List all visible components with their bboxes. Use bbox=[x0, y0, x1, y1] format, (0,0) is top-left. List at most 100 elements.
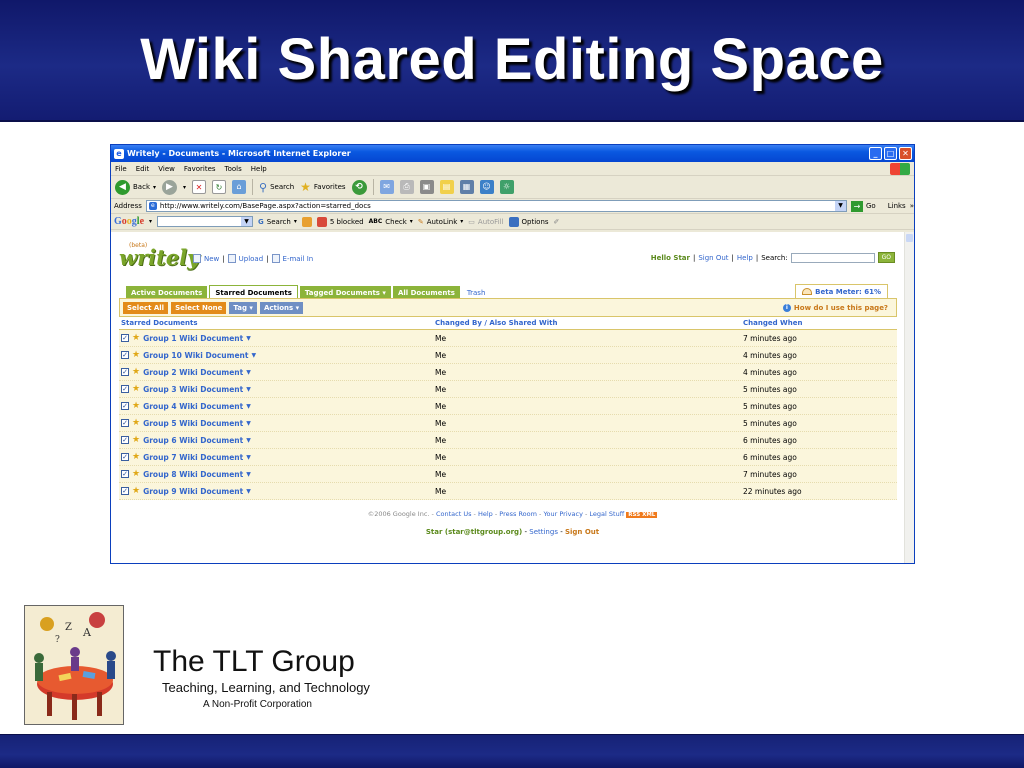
print-icon[interactable]: ⎙ bbox=[399, 180, 414, 194]
star-icon[interactable]: ★ bbox=[132, 333, 140, 343]
chevron-down-icon[interactable]: ▼ bbox=[246, 488, 251, 495]
star-icon[interactable]: ★ bbox=[132, 401, 140, 411]
star-icon[interactable]: ★ bbox=[132, 469, 140, 479]
table-row[interactable]: ✓ ★ Group 3 Wiki Document ▼ Me 5 minutes ago bbox=[119, 381, 897, 398]
table-row[interactable]: ✓ ★ Group 9 Wiki Document ▼ Me 22 minutes ago bbox=[119, 483, 897, 500]
row-checkbox[interactable]: ✓ bbox=[121, 453, 129, 461]
chevron-down-icon[interactable]: ▼ bbox=[246, 335, 251, 342]
email-in-link[interactable]: E-mail In bbox=[283, 255, 314, 263]
menu-item-tools[interactable]: Tools bbox=[225, 165, 242, 173]
contact-us-link[interactable]: Contact Us bbox=[436, 510, 472, 518]
table-row[interactable]: ✓ ★ Group 1 Wiki Document ▼ Me 7 minutes ago bbox=[119, 330, 897, 347]
footer-sign-out-link[interactable]: Sign Out bbox=[565, 528, 599, 536]
popup-blocker-button[interactable]: 5 blocked bbox=[316, 216, 364, 227]
header-changed-when[interactable]: Changed When bbox=[743, 319, 897, 329]
row-checkbox[interactable]: ✓ bbox=[121, 419, 129, 427]
row-checkbox[interactable]: ✓ bbox=[121, 368, 129, 376]
menu-item-edit[interactable]: Edit bbox=[136, 165, 150, 173]
row-checkbox[interactable]: ✓ bbox=[121, 402, 129, 410]
pencil-icon[interactable]: ✐ bbox=[554, 218, 560, 226]
table-row[interactable]: ✓ ★ Group 7 Wiki Document ▼ Me 6 minutes ago bbox=[119, 449, 897, 466]
star-icon[interactable]: ★ bbox=[132, 435, 140, 445]
chevron-down-icon[interactable]: ▼ bbox=[246, 420, 251, 427]
doc-name-link[interactable]: Group 7 Wiki Document bbox=[143, 453, 243, 462]
chevron-down-icon[interactable]: ▼ bbox=[251, 352, 256, 359]
footer-help-link[interactable]: Help bbox=[478, 510, 493, 518]
upload-link[interactable]: Upload bbox=[239, 255, 264, 263]
star-icon[interactable]: ★ bbox=[132, 486, 140, 496]
menu-item-view[interactable]: View bbox=[158, 165, 175, 173]
links-button[interactable]: Links bbox=[888, 202, 906, 210]
window-titlebar[interactable]: e Writely - Documents - Microsoft Intern… bbox=[111, 145, 914, 162]
star-icon[interactable]: ★ bbox=[132, 418, 140, 428]
options-button[interactable]: Options bbox=[508, 216, 549, 227]
edit-icon[interactable]: ▣ bbox=[419, 180, 434, 194]
chevron-down-icon[interactable]: ▾ bbox=[183, 184, 186, 191]
home-icon[interactable]: ⌂ bbox=[232, 180, 247, 194]
chevron-down-icon[interactable]: ▼ bbox=[241, 217, 253, 226]
mail-icon[interactable]: ✉ bbox=[379, 180, 394, 194]
tools-icon[interactable]: ☼ bbox=[499, 180, 514, 194]
go-button[interactable]: → Go bbox=[851, 200, 876, 212]
chevron-down-icon[interactable]: ▼ bbox=[246, 437, 251, 444]
sign-out-link[interactable]: Sign Out bbox=[698, 254, 728, 262]
privacy-link[interactable]: Your Privacy bbox=[543, 510, 582, 518]
rss-badge[interactable]: RSS XML bbox=[626, 512, 658, 518]
menu-item-favorites[interactable]: Favorites bbox=[184, 165, 216, 173]
forward-arrow-icon[interactable]: ▶ bbox=[162, 179, 178, 195]
chevron-right-icon[interactable]: » bbox=[910, 202, 914, 210]
research-icon[interactable]: ▦ bbox=[459, 180, 474, 194]
doc-name-link[interactable]: Group 10 Wiki Document bbox=[143, 351, 248, 360]
row-checkbox[interactable]: ✓ bbox=[121, 334, 129, 342]
chevron-down-icon[interactable]: ▼ bbox=[246, 403, 251, 410]
row-checkbox[interactable]: ✓ bbox=[121, 436, 129, 444]
chevron-down-icon[interactable]: ▼ bbox=[246, 454, 251, 461]
tag-button[interactable]: Tag ▾ bbox=[229, 301, 257, 314]
pagerank-icon[interactable] bbox=[301, 216, 312, 227]
autolink-button[interactable]: ✎ AutoLink ▾ bbox=[418, 218, 463, 226]
chevron-down-icon[interactable]: ▼ bbox=[246, 471, 251, 478]
table-row[interactable]: ✓ ★ Group 4 Wiki Document ▼ Me 5 minutes ago bbox=[119, 398, 897, 415]
table-row[interactable]: ✓ ★ Group 8 Wiki Document ▼ Me 7 minutes ago bbox=[119, 466, 897, 483]
doc-search-input[interactable] bbox=[790, 252, 875, 263]
table-row[interactable]: ✓ ★ Group 2 Wiki Document ▼ Me 4 minutes ago bbox=[119, 364, 897, 381]
legal-link[interactable]: Legal Stuff bbox=[589, 510, 624, 518]
history-icon[interactable]: ⟲ bbox=[351, 179, 367, 195]
tab-starred-documents[interactable]: Starred Documents bbox=[209, 285, 298, 299]
row-checkbox[interactable]: ✓ bbox=[121, 487, 129, 495]
stop-icon[interactable]: ✕ bbox=[192, 180, 207, 194]
table-row[interactable]: ✓ ★ Group 6 Wiki Document ▼ Me 6 minutes ago bbox=[119, 432, 897, 449]
menu-item-file[interactable]: File bbox=[115, 165, 127, 173]
row-checkbox[interactable]: ✓ bbox=[121, 470, 129, 478]
doc-name-link[interactable]: Group 4 Wiki Document bbox=[143, 402, 243, 411]
doc-name-link[interactable]: Group 3 Wiki Document bbox=[143, 385, 243, 394]
row-checkbox[interactable]: ✓ bbox=[121, 385, 129, 393]
header-starred-documents[interactable]: Starred Documents bbox=[119, 319, 435, 329]
google-search-button[interactable]: G Search ▾ bbox=[258, 218, 297, 226]
star-icon[interactable]: ★ bbox=[132, 452, 140, 462]
row-checkbox[interactable]: ✓ bbox=[121, 351, 129, 359]
chevron-down-icon[interactable]: ▼ bbox=[246, 386, 251, 393]
menu-item-help[interactable]: Help bbox=[251, 165, 267, 173]
header-changed-by[interactable]: Changed By / Also Shared With bbox=[435, 319, 743, 329]
actions-button[interactable]: Actions ▾ bbox=[259, 301, 304, 314]
autofill-button[interactable]: ▭ AutoFill bbox=[468, 218, 503, 226]
favorites-button[interactable]: ★ Favorites bbox=[300, 180, 345, 194]
settings-link[interactable]: Settings bbox=[529, 528, 558, 536]
doc-name-link[interactable]: Group 5 Wiki Document bbox=[143, 419, 243, 428]
doc-name-link[interactable]: Group 2 Wiki Document bbox=[143, 368, 243, 377]
maximize-icon[interactable]: □ bbox=[884, 147, 897, 160]
chevron-down-icon[interactable]: ▼ bbox=[246, 369, 251, 376]
star-icon[interactable]: ★ bbox=[132, 384, 140, 394]
how-to-use-link[interactable]: i How do I use this page? bbox=[782, 303, 888, 312]
minimize-icon[interactable]: _ bbox=[869, 147, 882, 160]
doc-name-link[interactable]: Group 6 Wiki Document bbox=[143, 436, 243, 445]
select-none-button[interactable]: Select None bbox=[171, 301, 227, 314]
discuss-icon[interactable]: ▤ bbox=[439, 180, 454, 194]
table-row[interactable]: ✓ ★ Group 10 Wiki Document ▼ Me 4 minutes ago bbox=[119, 347, 897, 364]
google-logo[interactable]: Google bbox=[114, 216, 144, 227]
doc-name-link[interactable]: Group 9 Wiki Document bbox=[143, 487, 243, 496]
new-link[interactable]: New bbox=[204, 255, 219, 263]
messenger-icon[interactable]: ☺ bbox=[479, 180, 494, 194]
beta-meter[interactable]: Beta Meter: 61% bbox=[795, 284, 888, 298]
